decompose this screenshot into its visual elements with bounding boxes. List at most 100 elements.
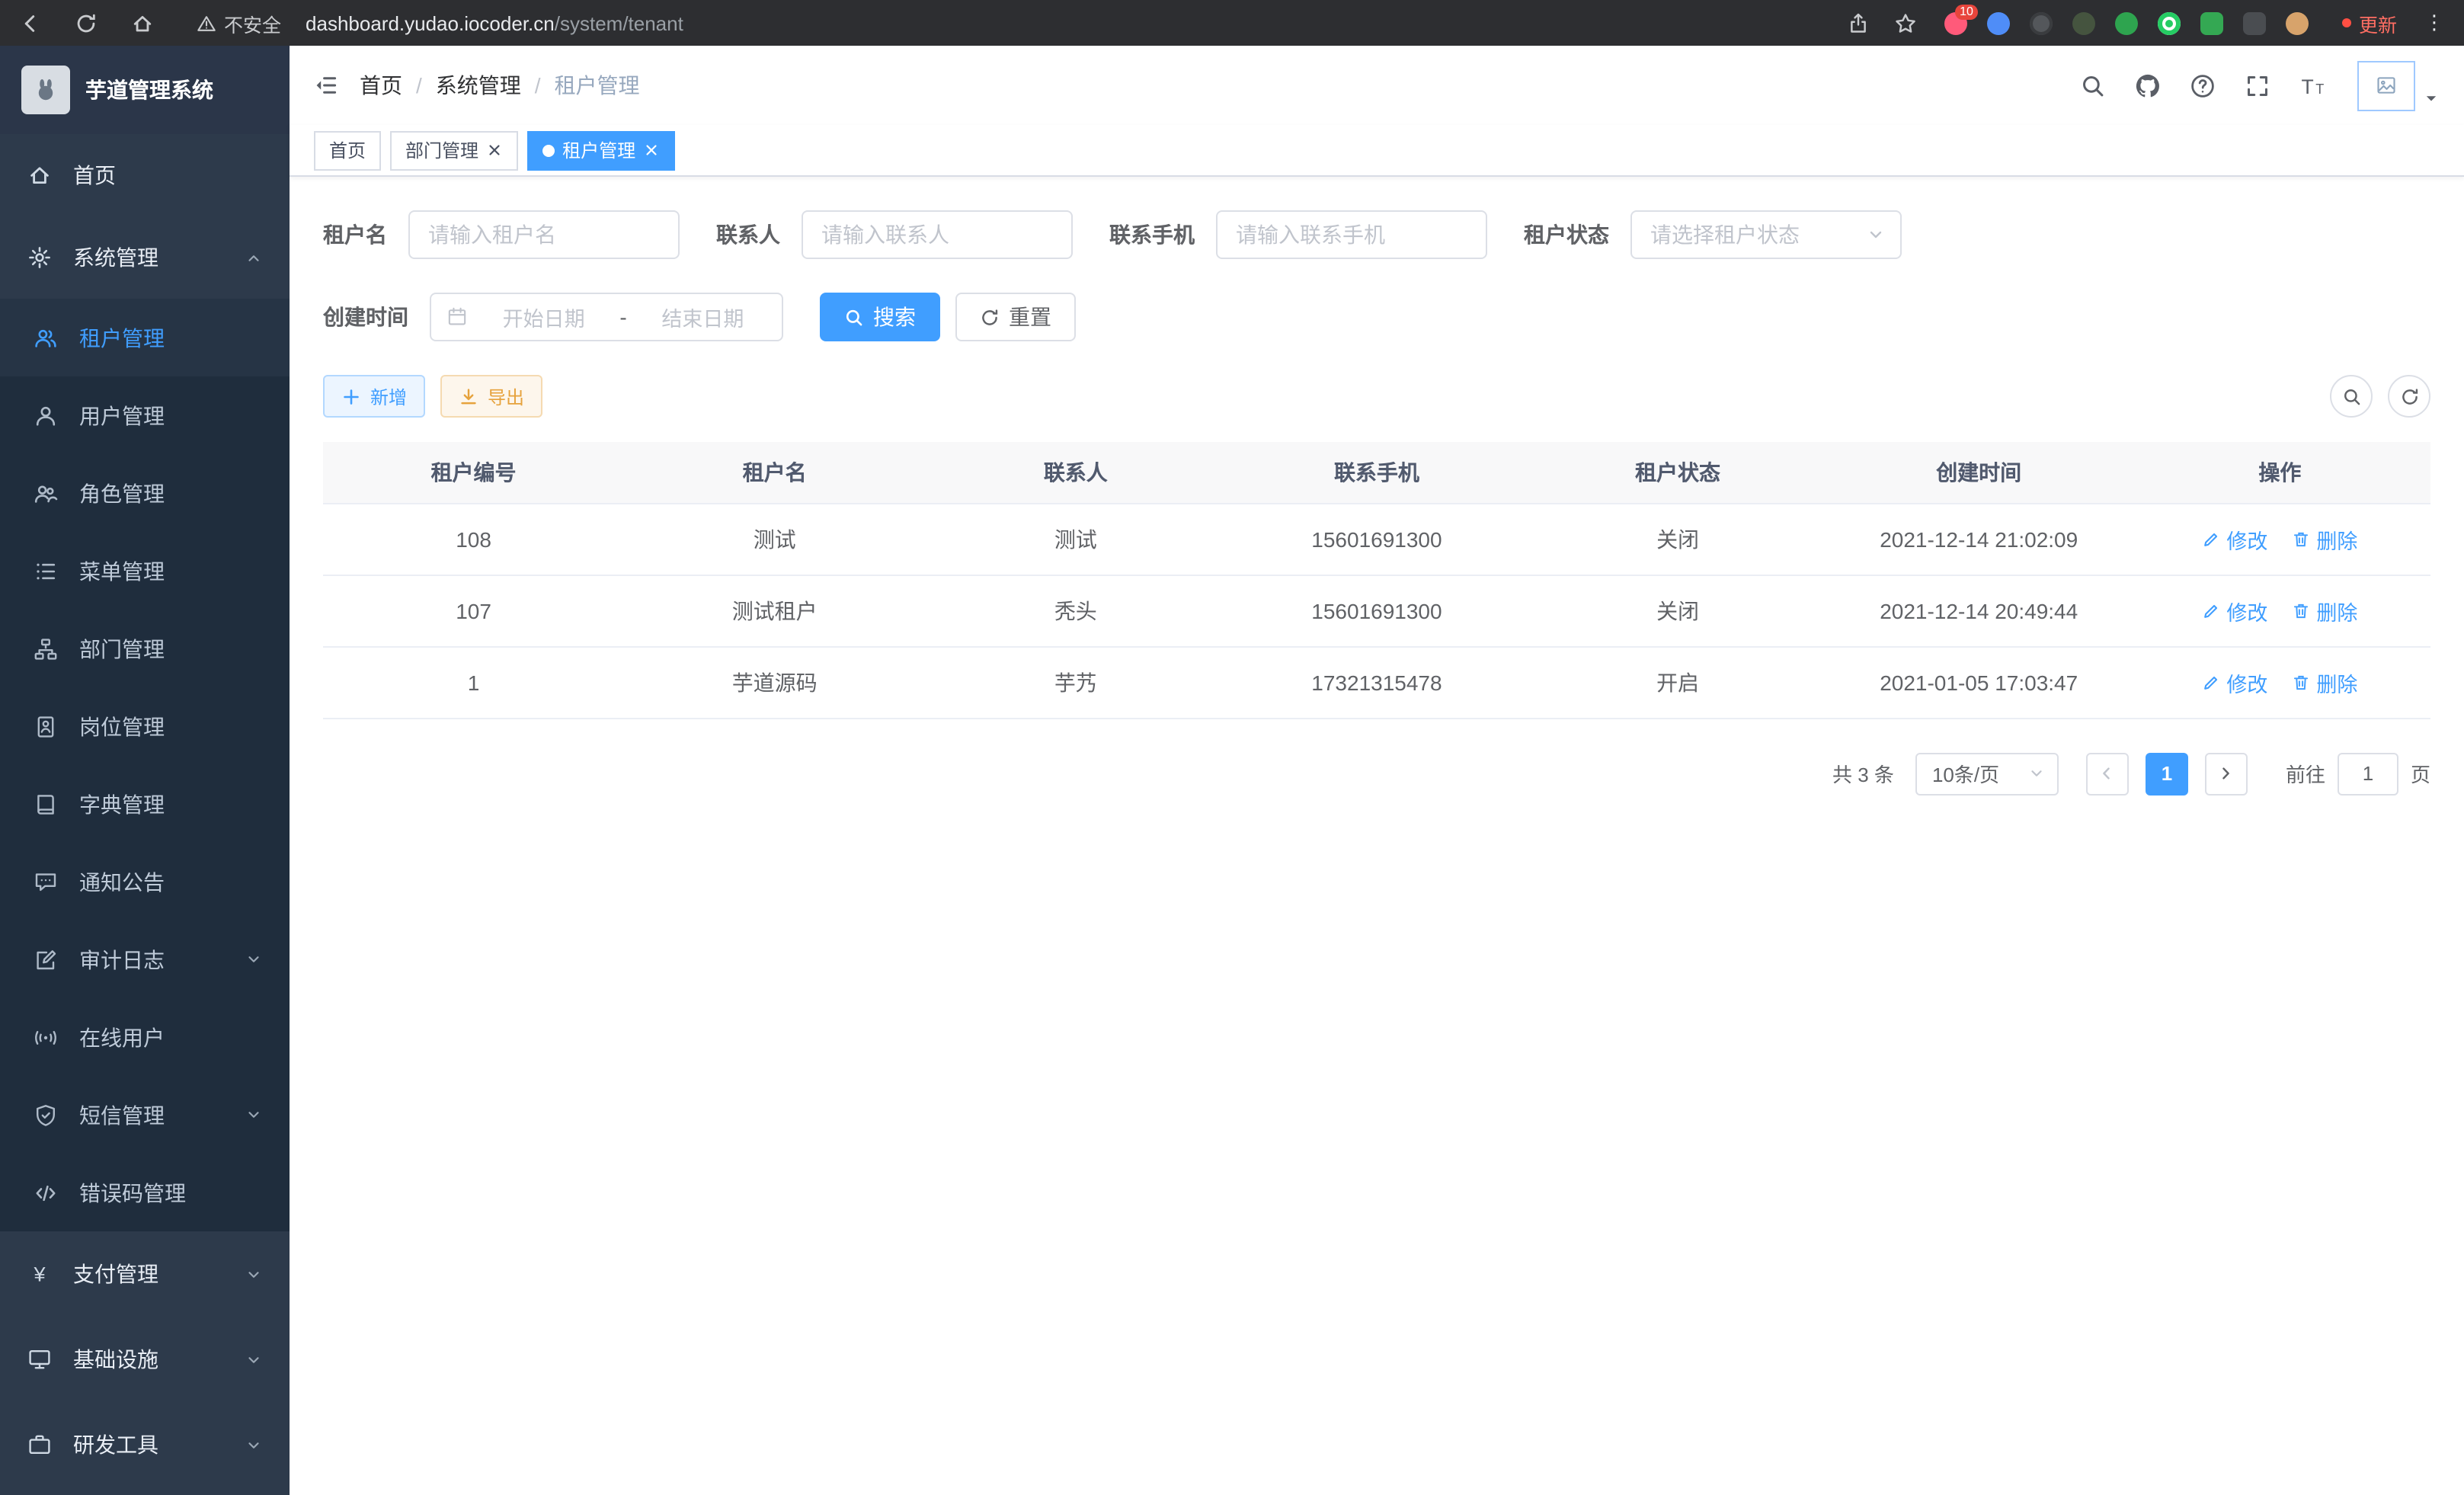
- app-title: 芋道管理系统: [85, 75, 213, 105]
- sidebar-item-sms-management[interactable]: 短信管理: [0, 1076, 290, 1154]
- svg-text:¥: ¥: [33, 1263, 46, 1286]
- sidebar-item-online-users[interactable]: 在线用户: [0, 998, 290, 1076]
- extension-icon[interactable]: [2115, 11, 2138, 34]
- font-size-button[interactable]: TT: [2296, 69, 2328, 101]
- tab-tenant-management[interactable]: 租户管理: [527, 130, 675, 170]
- chevron-left-icon: [2099, 765, 2116, 782]
- screen: 不安全 dashboard.yudao.iocoder.cn/system/te…: [0, 0, 2464, 1495]
- chevron-right-icon: [2218, 765, 2235, 782]
- yen-icon: ¥: [27, 1262, 52, 1286]
- sidebar-item-dev-tools[interactable]: 研发工具: [0, 1402, 290, 1487]
- extension-icon[interactable]: [2072, 11, 2095, 34]
- extension-icon[interactable]: [1987, 11, 2010, 34]
- fullscreen-button[interactable]: [2242, 69, 2274, 101]
- extension-icons: 10: [1944, 11, 2309, 34]
- fullscreen-icon: [2245, 72, 2270, 98]
- tenant-name-input[interactable]: [408, 210, 680, 259]
- home-icon[interactable]: [131, 11, 154, 34]
- sidebar-item-audit-log[interactable]: 审计日志: [0, 920, 290, 998]
- goto-label: 前往: [2286, 759, 2325, 788]
- sidebar-item-dept-management[interactable]: 部门管理: [0, 610, 290, 687]
- toggle-search-button[interactable]: [2330, 375, 2373, 418]
- back-icon[interactable]: [18, 11, 41, 34]
- help-button[interactable]: [2187, 69, 2219, 101]
- date-range-picker[interactable]: 开始日期 - 结束日期: [430, 293, 783, 341]
- sidebar-item-payment[interactable]: ¥ 支付管理: [0, 1231, 290, 1317]
- sidebar-item-tenant-management[interactable]: 租户管理: [0, 299, 290, 376]
- edit-link[interactable]: 修改: [2202, 667, 2267, 697]
- breadcrumb-current: 租户管理: [555, 70, 640, 101]
- broken-image-icon: [2376, 75, 2397, 96]
- header-search-button[interactable]: [2077, 69, 2109, 101]
- trash-icon: [2292, 673, 2310, 691]
- extension-icon[interactable]: [2158, 11, 2181, 34]
- close-icon[interactable]: [643, 142, 660, 158]
- status-select[interactable]: 请选择租户状态: [1630, 210, 1902, 259]
- edit-link[interactable]: 修改: [2202, 595, 2267, 626]
- delete-link[interactable]: 删除: [2292, 523, 2357, 554]
- add-button[interactable]: 新增: [323, 375, 425, 418]
- avatar: [2357, 60, 2415, 110]
- address-bar[interactable]: dashboard.yudao.iocoder.cn/system/tenant: [306, 11, 683, 34]
- breadcrumb-home[interactable]: 首页: [360, 70, 402, 101]
- logo-image: [21, 66, 70, 114]
- sidebar-item-menu-management[interactable]: 菜单管理: [0, 532, 290, 610]
- search-icon: [2080, 72, 2106, 98]
- breadcrumb-system[interactable]: 系统管理: [436, 70, 521, 101]
- prev-page-button[interactable]: [2086, 752, 2129, 795]
- goto-page-input[interactable]: [2338, 752, 2398, 795]
- badge-icon: [34, 714, 58, 738]
- bookmark-star-icon[interactable]: [1894, 11, 1917, 34]
- sidebar-toggle-icon[interactable]: [314, 73, 338, 98]
- export-button[interactable]: 导出: [440, 375, 542, 418]
- share-icon[interactable]: [1847, 11, 1870, 34]
- reset-button[interactable]: 重置: [955, 293, 1076, 341]
- browser-menu-icon[interactable]: ⋮: [2424, 11, 2446, 35]
- chevron-down-icon: [1867, 226, 1885, 244]
- delete-link[interactable]: 删除: [2292, 667, 2357, 697]
- profile-avatar-icon[interactable]: [2286, 11, 2309, 34]
- sidebar-item-notice[interactable]: 通知公告: [0, 843, 290, 920]
- edit-icon: [2202, 530, 2220, 548]
- extension-icon[interactable]: 10: [1944, 11, 1967, 34]
- edit-link[interactable]: 修改: [2202, 523, 2267, 554]
- close-icon[interactable]: [486, 142, 503, 158]
- next-page-button[interactable]: [2205, 752, 2248, 795]
- book-icon: [34, 792, 58, 816]
- col-created: 创建时间: [1829, 442, 2130, 503]
- browser-update-button[interactable]: 更新: [2342, 8, 2397, 37]
- phone-input[interactable]: [1216, 210, 1487, 259]
- page-size-select[interactable]: 10条/页: [1915, 752, 2059, 795]
- refresh-table-button[interactable]: [2388, 375, 2430, 418]
- tab-dept-management[interactable]: 部门管理: [390, 130, 518, 170]
- sidebar-item-user-management[interactable]: 用户管理: [0, 376, 290, 454]
- contact-input[interactable]: [802, 210, 1073, 259]
- sidebar-item-error-code[interactable]: 错误码管理: [0, 1154, 290, 1231]
- edit-doc-icon: [34, 947, 58, 972]
- trash-icon: [2292, 601, 2310, 619]
- delete-link[interactable]: 删除: [2292, 595, 2357, 626]
- user-icon: [34, 403, 58, 427]
- sidebar-item-dict-management[interactable]: 字典管理: [0, 765, 290, 843]
- chevron-down-icon: [2028, 765, 2045, 782]
- sidebar-item-infrastructure[interactable]: 基础设施: [0, 1317, 290, 1402]
- search-button[interactable]: 搜索: [820, 293, 940, 341]
- reload-icon[interactable]: [75, 11, 98, 34]
- sidebar-item-post-management[interactable]: 岗位管理: [0, 687, 290, 765]
- github-button[interactable]: [2132, 69, 2164, 101]
- sidebar-item-role-management[interactable]: 角色管理: [0, 454, 290, 532]
- url-host: dashboard.yudao.iocoder.cn: [306, 11, 555, 34]
- sidebar-item-system-management[interactable]: 系统管理: [0, 216, 290, 299]
- extension-icon[interactable]: [2200, 11, 2223, 34]
- app-logo[interactable]: 芋道管理系统: [0, 46, 290, 134]
- security-indicator[interactable]: 不安全: [197, 8, 281, 37]
- user-menu[interactable]: [2357, 60, 2440, 110]
- sidebar-item-home[interactable]: 首页: [0, 134, 290, 216]
- tab-home[interactable]: 首页: [314, 130, 381, 170]
- phone-label: 联系手机: [1109, 219, 1195, 250]
- page-number-1[interactable]: 1: [2146, 752, 2188, 795]
- extensions-puzzle-icon[interactable]: [2243, 11, 2266, 34]
- extension-icon[interactable]: [2030, 11, 2053, 34]
- chat-bubble-icon: [34, 869, 58, 894]
- update-label: 更新: [2359, 8, 2397, 37]
